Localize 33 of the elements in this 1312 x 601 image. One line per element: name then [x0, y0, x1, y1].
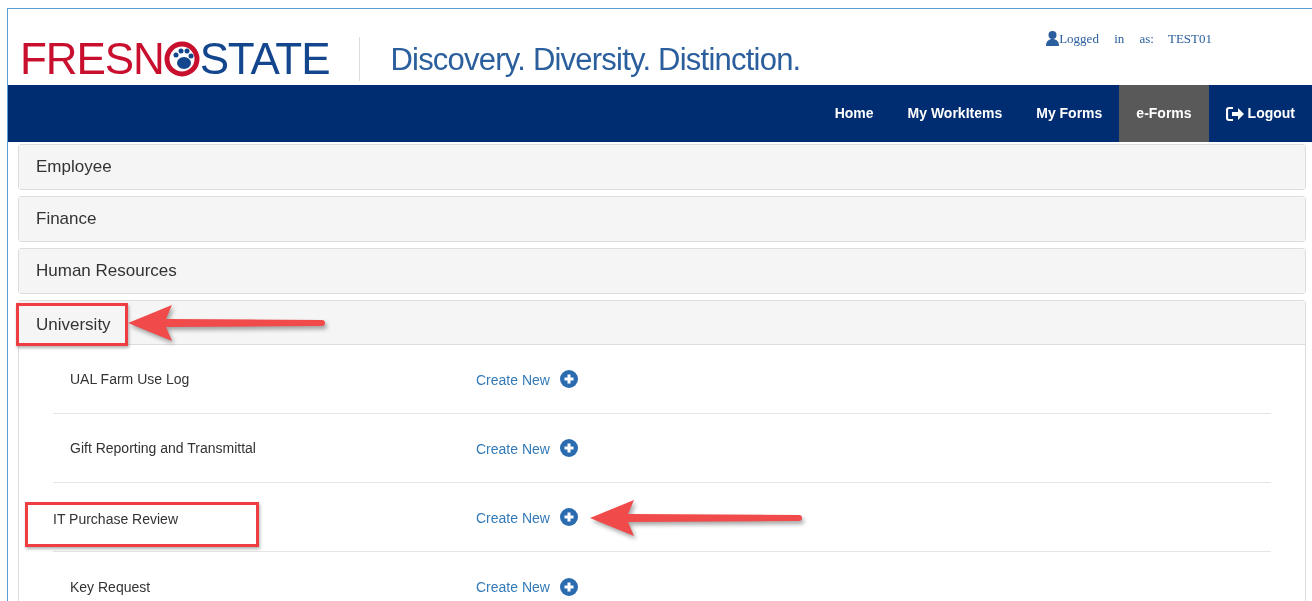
section-title: Employee [35, 156, 112, 179]
tagline: Discovery. Diversity. Distinction. [390, 43, 801, 75]
create-new-link[interactable]: Create New [476, 577, 550, 598]
plus-circle-icon [559, 370, 578, 388]
section-header[interactable]: Employee [19, 145, 1305, 189]
logout-icon [1225, 105, 1244, 122]
nav-link[interactable]: e-Forms [1119, 85, 1209, 142]
nav-link[interactable]: Home [817, 85, 891, 142]
logout-button[interactable]: Logout [1208, 85, 1312, 142]
create-new-link[interactable]: Create New [476, 438, 550, 460]
logo-text: FRESN [20, 37, 164, 81]
form-name: Key Request [69, 577, 151, 597]
section-title: Human Resources [35, 260, 177, 283]
form-name: Gift Reporting and Transmittal [69, 439, 256, 458]
section-header[interactable]: Human Resources [19, 249, 1305, 293]
section-header[interactable]: University [19, 301, 1305, 345]
section-title: University [16, 302, 128, 347]
logo-text: STATE [199, 37, 330, 81]
plus-circle-icon [559, 508, 578, 526]
logged-in-label: Logged in as: [1059, 30, 1154, 48]
create-new-link[interactable]: Create New [476, 369, 550, 391]
paw-ring-icon [163, 41, 200, 77]
nav-link[interactable]: My Forms [1019, 85, 1120, 142]
nav-link[interactable]: My WorkItems [890, 85, 1020, 142]
plus-circle-icon [559, 439, 578, 457]
form-name: IT Purchase Review [25, 501, 259, 547]
section-title: Finance [35, 208, 97, 231]
section-header[interactable]: Finance [19, 197, 1305, 241]
username: TEST01 [1167, 30, 1212, 48]
create-new-link[interactable]: Create New [476, 507, 550, 529]
plus-circle-icon [559, 577, 578, 596]
form-name: UAL Farm Use Log [69, 370, 190, 389]
user-icon [1046, 31, 1060, 47]
